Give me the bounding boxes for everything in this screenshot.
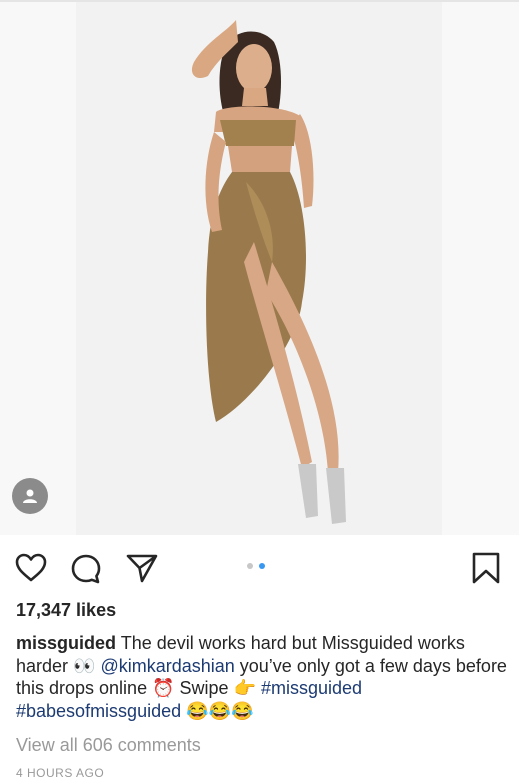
paper-plane-icon[interactable] bbox=[126, 553, 158, 583]
likes-count[interactable]: 17,347 likes bbox=[16, 600, 116, 621]
post-timestamp: 4 HOURS AGO bbox=[16, 766, 105, 780]
post-media[interactable] bbox=[0, 2, 519, 535]
caption-username[interactable]: missguided bbox=[16, 633, 116, 653]
caption-hashtag[interactable]: #missguided bbox=[261, 678, 362, 698]
view-all-comments-link[interactable]: View all 606 comments bbox=[16, 735, 201, 756]
carousel-indicator bbox=[247, 563, 265, 569]
caption-mention[interactable]: @kimkardashian bbox=[100, 656, 234, 676]
carousel-dot-1 bbox=[247, 563, 253, 569]
heart-icon[interactable] bbox=[14, 553, 48, 583]
caption-emoji: 😂😂😂 bbox=[181, 700, 254, 721]
comment-icon[interactable] bbox=[70, 553, 102, 585]
post-caption: missguided The devil works hard but Miss… bbox=[16, 632, 508, 722]
model-in-gold-dress-photo bbox=[76, 2, 442, 535]
post-photo[interactable] bbox=[76, 2, 442, 535]
tag-people-button[interactable] bbox=[12, 478, 48, 514]
carousel-dot-2 bbox=[259, 563, 265, 569]
person-tag-icon bbox=[23, 489, 37, 503]
bookmark-icon[interactable] bbox=[471, 552, 501, 584]
caption-hashtag[interactable]: #babesofmissguided bbox=[16, 701, 181, 721]
